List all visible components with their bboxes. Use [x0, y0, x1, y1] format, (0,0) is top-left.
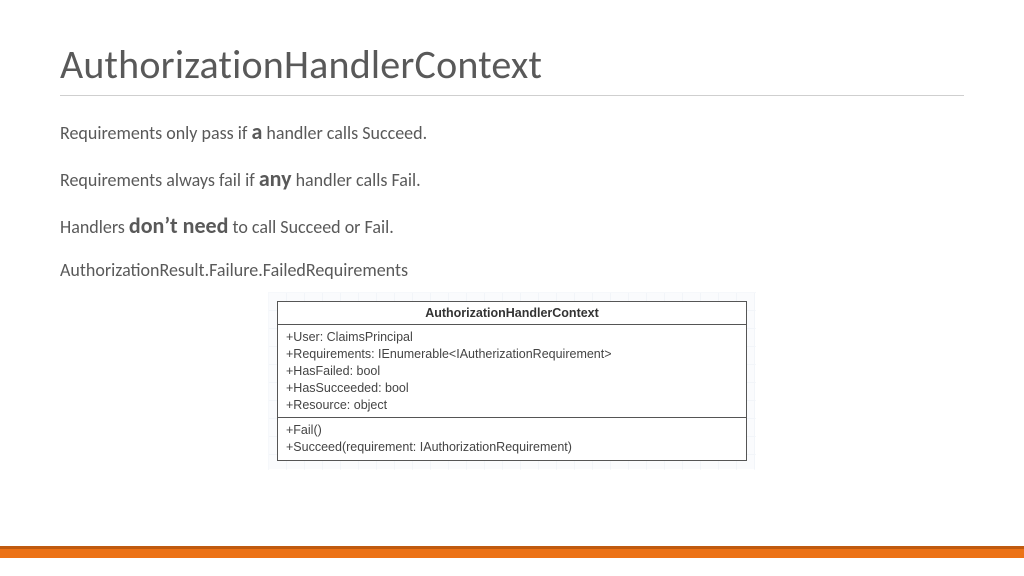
uml-property: +User: ClaimsPrincipal [286, 329, 738, 346]
text: Handlers [60, 216, 129, 238]
uml-property: +Requirements: IEnumerable<IAutherizatio… [286, 346, 738, 363]
text: to call Succeed or Fail. [228, 216, 393, 238]
body-line-4: AuthorizationResult.Failure.FailedRequir… [60, 259, 964, 281]
diagram-container: AuthorizationHandlerContext +User: Claim… [60, 301, 964, 461]
body-line-2: Requirements always fail if any handler … [60, 165, 964, 192]
uml-property: +HasFailed: bool [286, 363, 738, 380]
emphasis-a: a [251, 118, 262, 145]
slide: AuthorizationHandlerContext Requirements… [0, 0, 1024, 576]
uml-class-name: AuthorizationHandlerContext [278, 302, 746, 324]
text: handler calls Succeed. [262, 122, 427, 144]
footer-accent-bar [0, 546, 1024, 558]
text: Requirements only pass if [60, 122, 251, 144]
emphasis-any: any [259, 165, 292, 192]
emphasis-dontneed: don’t need [129, 212, 228, 239]
text: Requirements always fail if [60, 169, 259, 191]
uml-method: +Succeed(requirement: IAuthorizationRequ… [286, 439, 738, 456]
text: handler calls Fail. [292, 169, 421, 191]
uml-property: +HasSucceeded: bool [286, 380, 738, 397]
uml-properties: +User: ClaimsPrincipal +Requirements: IE… [278, 324, 746, 417]
body-line-3: Handlers don’t need to call Succeed or F… [60, 212, 964, 239]
page-title: AuthorizationHandlerContext [60, 40, 964, 96]
uml-methods: +Fail() +Succeed(requirement: IAuthoriza… [278, 417, 746, 460]
uml-class-diagram: AuthorizationHandlerContext +User: Claim… [277, 301, 747, 461]
uml-property: +Resource: object [286, 397, 738, 414]
uml-method: +Fail() [286, 422, 738, 439]
body-line-1: Requirements only pass if a handler call… [60, 118, 964, 145]
